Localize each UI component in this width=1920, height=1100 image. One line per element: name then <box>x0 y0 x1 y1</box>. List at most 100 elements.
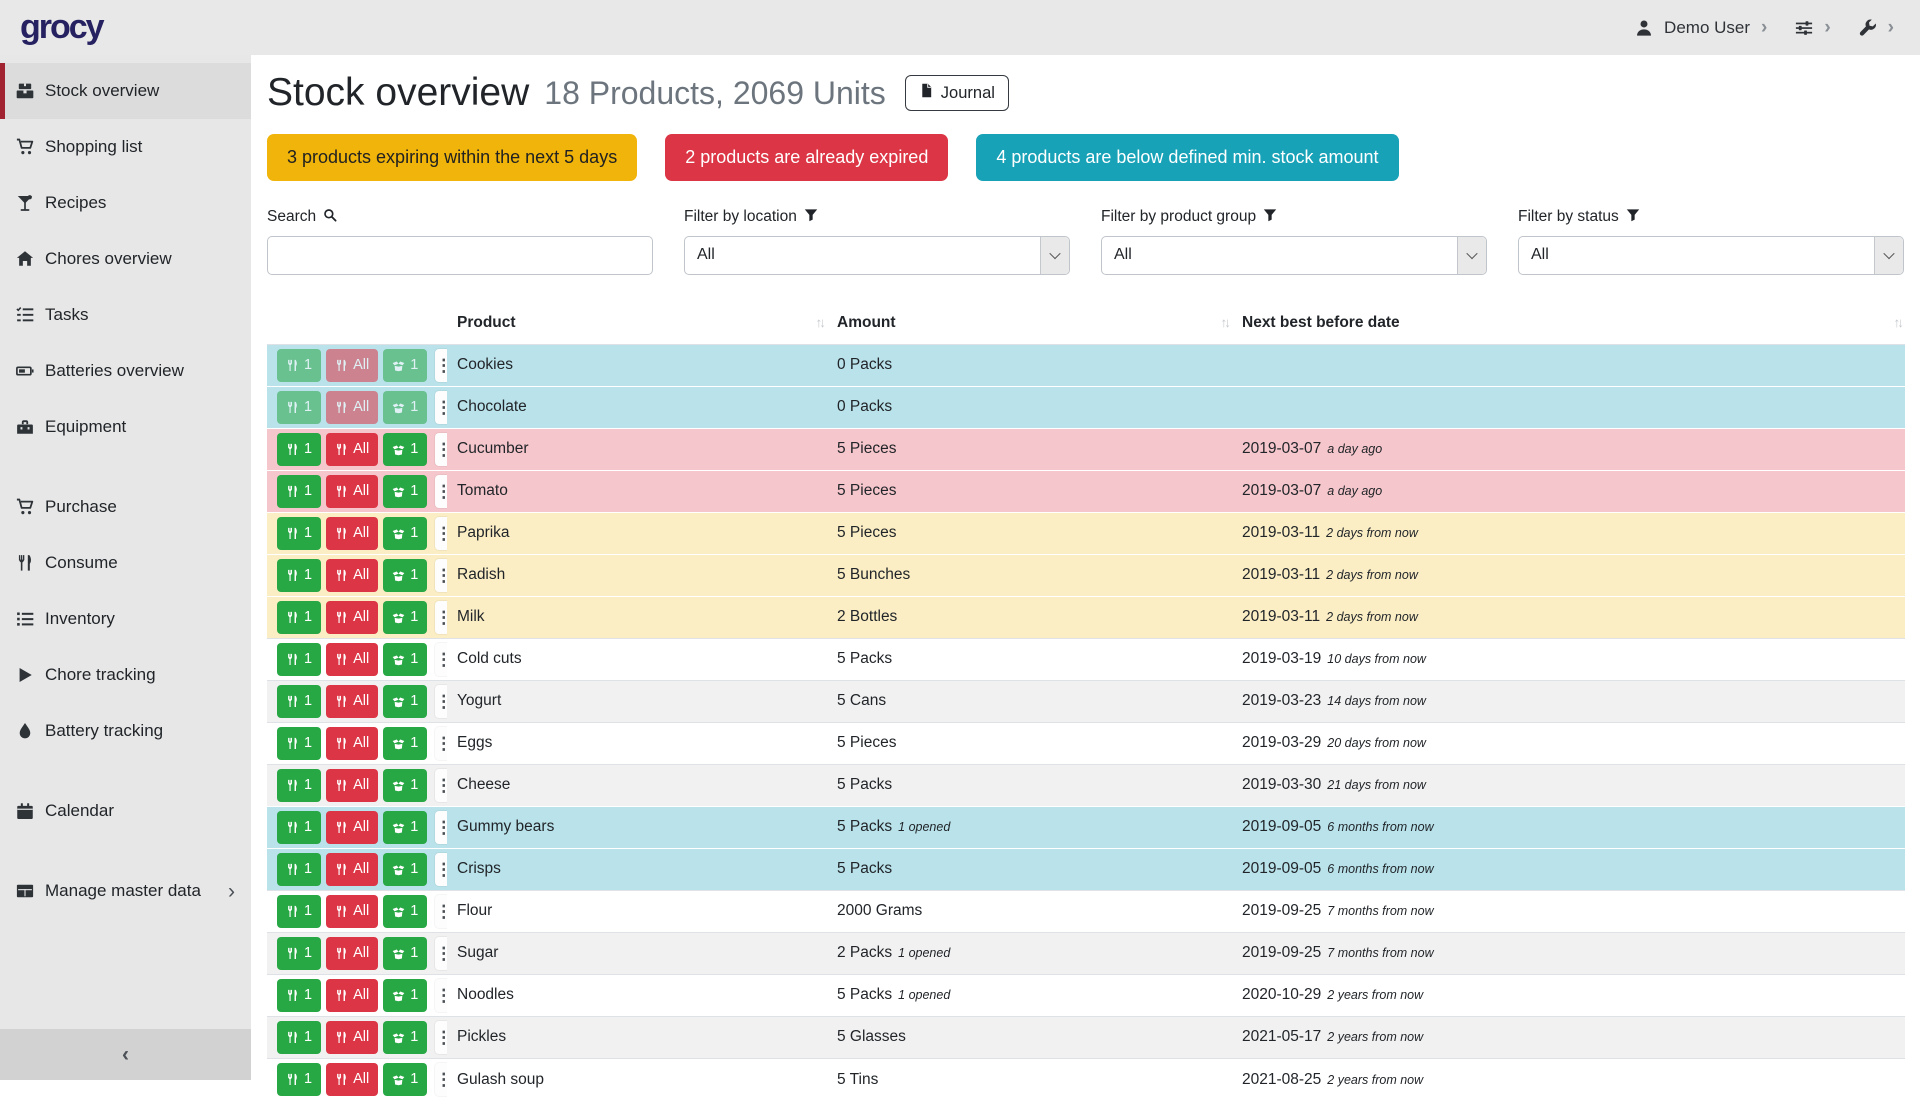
more-menu-button[interactable]: ⋮ <box>435 433 447 466</box>
location-select[interactable]: All <box>684 236 1070 275</box>
consume-all-button[interactable]: All <box>326 601 378 634</box>
user-menu[interactable]: Demo User › <box>1635 18 1767 38</box>
consume-all-button[interactable]: All <box>326 433 378 466</box>
settings-menu[interactable]: › <box>1795 18 1830 37</box>
search-input[interactable] <box>267 236 653 275</box>
best-before-note: 10 days from now <box>1327 652 1426 666</box>
consume-all-button[interactable]: All <box>326 727 378 760</box>
open-one-button[interactable]: 1 <box>383 769 427 802</box>
more-menu-button[interactable]: ⋮ <box>435 1021 447 1054</box>
consume-one-button[interactable]: 1 <box>277 433 321 466</box>
amount-value: 5 Packs <box>837 650 892 667</box>
consume-one-button[interactable]: 1 <box>277 895 321 928</box>
consume-one-button[interactable]: 1 <box>277 1021 321 1054</box>
consume-one-button[interactable]: 1 <box>277 601 321 634</box>
more-menu-button[interactable]: ⋮ <box>435 349 447 382</box>
consume-all-button[interactable]: All <box>326 643 378 676</box>
more-menu-button[interactable]: ⋮ <box>435 643 447 676</box>
more-menu-button[interactable]: ⋮ <box>435 517 447 550</box>
consume-all-button[interactable]: All <box>326 853 378 886</box>
open-one-button[interactable]: 1 <box>383 517 427 550</box>
product-column-header[interactable]: Product ↑↓ <box>447 302 827 345</box>
open-one-button[interactable]: 1 <box>383 349 427 382</box>
open-one-button[interactable]: 1 <box>383 391 427 424</box>
open-one-button[interactable]: 1 <box>383 979 427 1012</box>
open-one-button[interactable]: 1 <box>383 559 427 592</box>
open-one-button[interactable]: 1 <box>383 727 427 760</box>
journal-button[interactable]: Journal <box>905 75 1009 111</box>
sidebar-item-purchase[interactable]: Purchase <box>0 479 251 535</box>
sidebar-item-battery-tracking[interactable]: Battery tracking <box>0 703 251 759</box>
more-menu-button[interactable]: ⋮ <box>435 685 447 718</box>
sidebar-item-calendar[interactable]: Calendar <box>0 783 251 839</box>
open-one-button[interactable]: 1 <box>383 601 427 634</box>
consume-one-button[interactable]: 1 <box>277 349 321 382</box>
consume-all-button[interactable]: All <box>326 349 378 382</box>
status-select[interactable]: All <box>1518 236 1904 275</box>
consume-all-button[interactable]: All <box>326 769 378 802</box>
more-menu-button[interactable]: ⋮ <box>435 727 447 760</box>
expiring-banner[interactable]: 3 products expiring within the next 5 da… <box>267 134 637 181</box>
open-one-button[interactable]: 1 <box>383 475 427 508</box>
consume-one-button[interactable]: 1 <box>277 979 321 1012</box>
consume-all-button[interactable]: All <box>326 517 378 550</box>
consume-all-button[interactable]: All <box>326 1021 378 1054</box>
consume-one-button[interactable]: 1 <box>277 853 321 886</box>
consume-all-button[interactable]: All <box>326 559 378 592</box>
below-min-stock-banner[interactable]: 4 products are below defined min. stock … <box>976 134 1398 181</box>
consume-one-button[interactable]: 1 <box>277 643 321 676</box>
admin-menu[interactable]: › <box>1859 18 1894 37</box>
open-one-button[interactable]: 1 <box>383 895 427 928</box>
sidebar-item-equipment[interactable]: Equipment <box>0 399 251 455</box>
open-one-button[interactable]: 1 <box>383 853 427 886</box>
product-group-select[interactable]: All <box>1101 236 1487 275</box>
sidebar-collapse-button[interactable]: ‹ <box>0 1029 251 1080</box>
consume-one-button[interactable]: 1 <box>277 769 321 802</box>
sidebar-item-consume[interactable]: Consume <box>0 535 251 591</box>
open-one-button[interactable]: 1 <box>383 1021 427 1054</box>
sidebar-item-shopping-list[interactable]: Shopping list <box>0 119 251 175</box>
more-menu-button[interactable]: ⋮ <box>435 559 447 592</box>
open-one-button[interactable]: 1 <box>383 811 427 844</box>
more-menu-button[interactable]: ⋮ <box>435 853 447 886</box>
consume-all-button[interactable]: All <box>326 937 378 970</box>
more-menu-button[interactable]: ⋮ <box>435 475 447 508</box>
consume-all-button[interactable]: All <box>326 391 378 424</box>
open-one-button[interactable]: 1 <box>383 643 427 676</box>
more-menu-button[interactable]: ⋮ <box>435 769 447 802</box>
consume-all-button[interactable]: All <box>326 685 378 718</box>
consume-one-button[interactable]: 1 <box>277 937 321 970</box>
sidebar-item-inventory[interactable]: Inventory <box>0 591 251 647</box>
sidebar-item-recipes[interactable]: Recipes <box>0 175 251 231</box>
best-before-date: 2019-09-25 <box>1242 902 1321 919</box>
consume-one-button[interactable]: 1 <box>277 475 321 508</box>
open-one-button[interactable]: 1 <box>383 937 427 970</box>
consume-one-button[interactable]: 1 <box>277 391 321 424</box>
open-one-button[interactable]: 1 <box>383 685 427 718</box>
consume-all-button[interactable]: All <box>326 895 378 928</box>
sidebar-item-stock-overview[interactable]: Stock overview <box>0 63 251 119</box>
sidebar-item-chores-overview[interactable]: Chores overview <box>0 231 251 287</box>
more-menu-button[interactable]: ⋮ <box>435 937 447 970</box>
best-before-column-header[interactable]: Next best before date ↑↓ <box>1232 302 1905 345</box>
sidebar-item-chore-tracking[interactable]: Chore tracking <box>0 647 251 703</box>
consume-all-button[interactable]: All <box>326 811 378 844</box>
consume-one-button[interactable]: 1 <box>277 517 321 550</box>
sidebar-item-tasks[interactable]: Tasks <box>0 287 251 343</box>
consume-one-button[interactable]: 1 <box>277 685 321 718</box>
more-menu-button[interactable]: ⋮ <box>435 391 447 424</box>
consume-all-button[interactable]: All <box>326 475 378 508</box>
sidebar-item-batteries-overview[interactable]: Batteries overview <box>0 343 251 399</box>
expired-banner[interactable]: 2 products are already expired <box>665 134 948 181</box>
more-menu-button[interactable]: ⋮ <box>435 895 447 928</box>
more-menu-button[interactable]: ⋮ <box>435 979 447 1012</box>
more-menu-button[interactable]: ⋮ <box>435 601 447 634</box>
consume-one-button[interactable]: 1 <box>277 727 321 760</box>
sidebar-item-manage-master-data[interactable]: Manage master data› <box>0 863 251 919</box>
amount-column-header[interactable]: Amount ↑↓ <box>827 302 1232 345</box>
consume-all-button[interactable]: All <box>326 979 378 1012</box>
consume-one-button[interactable]: 1 <box>277 811 321 844</box>
open-one-button[interactable]: 1 <box>383 433 427 466</box>
consume-one-button[interactable]: 1 <box>277 559 321 592</box>
more-menu-button[interactable]: ⋮ <box>435 811 447 844</box>
